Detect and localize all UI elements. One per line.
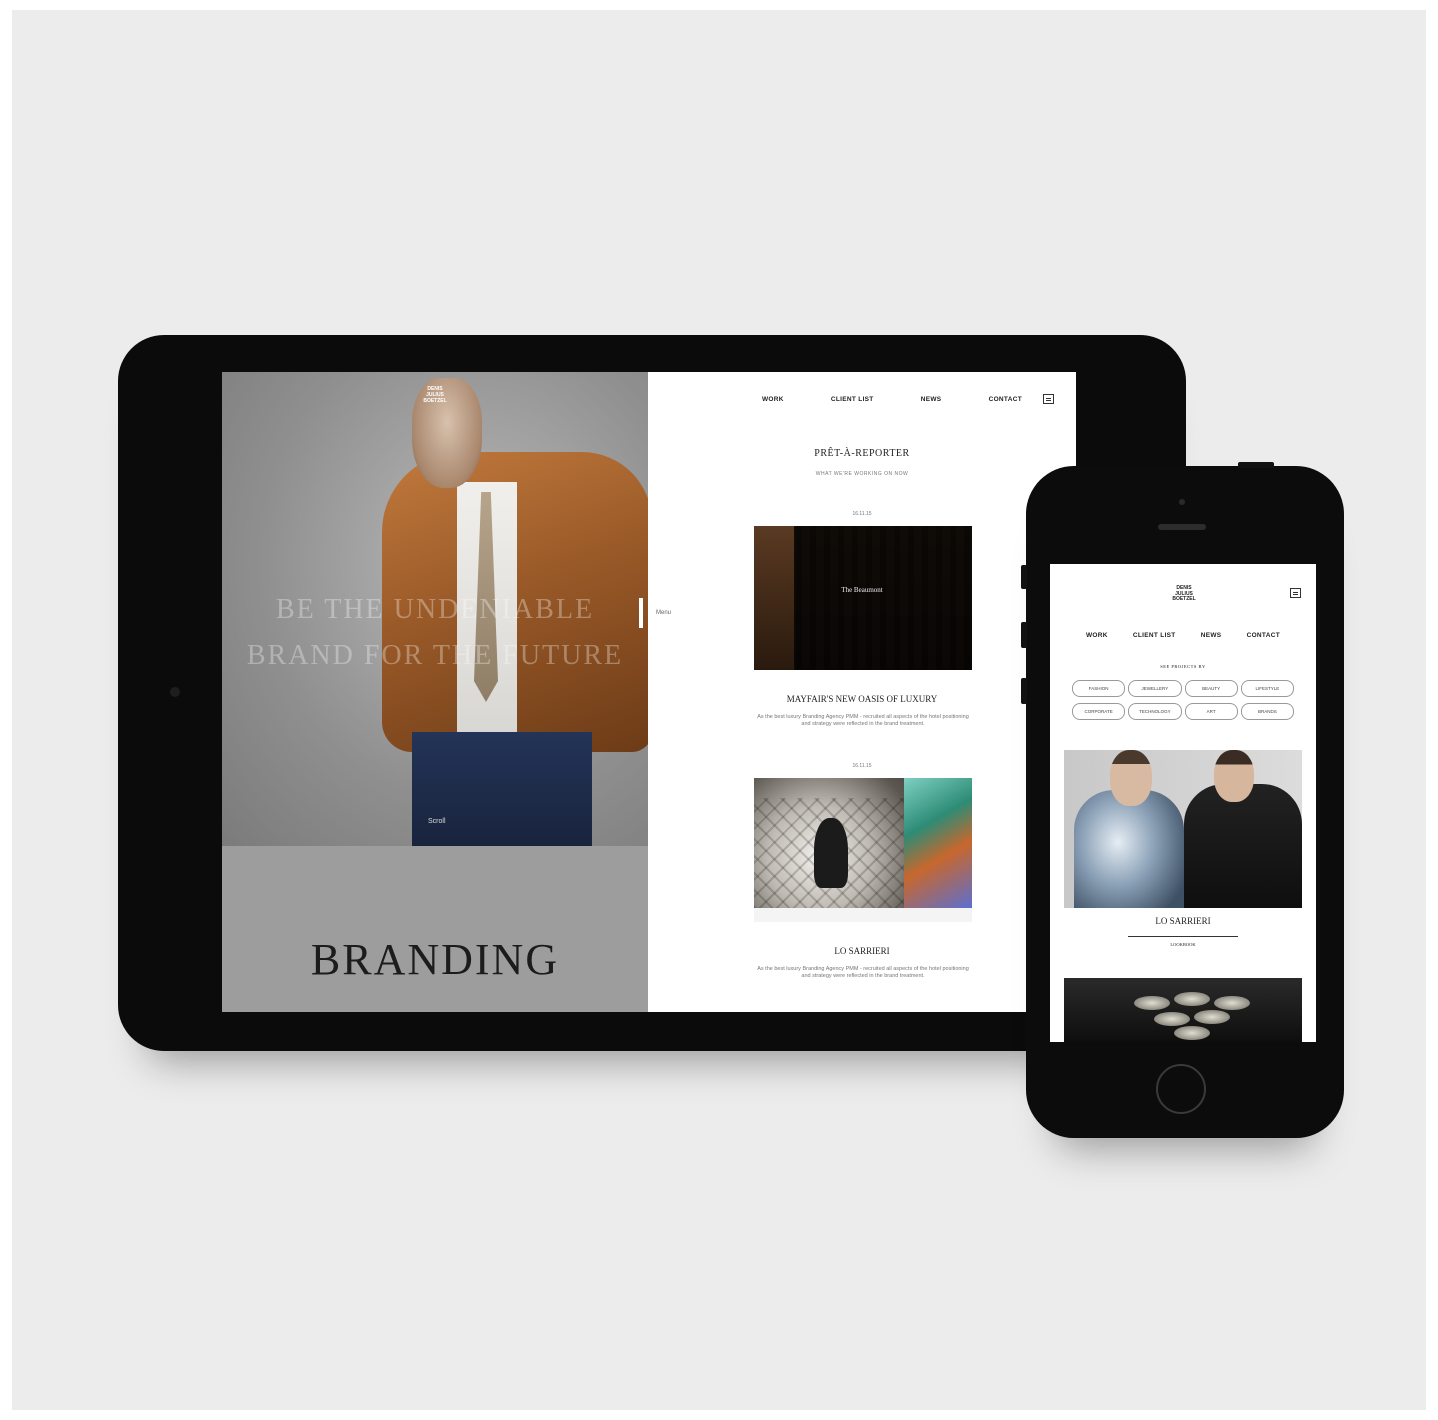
- article-date: 16.11.15: [852, 763, 872, 769]
- filter-chip[interactable]: TECHNOLOGY: [1128, 703, 1182, 720]
- article-image-hotel[interactable]: The Beaumont: [754, 526, 972, 670]
- section-label: BRANDING: [310, 935, 560, 984]
- branding-panel: BRANDING: [222, 846, 648, 1012]
- article-title[interactable]: LO SARRIERI: [648, 946, 1076, 956]
- home-button[interactable]: [1156, 1064, 1206, 1114]
- article-title[interactable]: MAYFAIR'S NEW OASIS OF LUXURY: [648, 694, 1076, 704]
- side-menu-label[interactable]: Menu: [656, 610, 671, 616]
- hotel-sign: The Beaumont: [841, 586, 883, 594]
- phone-nav: WORK CLIENT LIST NEWS CONTACT: [1086, 632, 1280, 639]
- phone-screen: DENIS JULIUS BOETZEL WORK CLIENT LIST NE…: [1050, 564, 1316, 1042]
- nav-contact[interactable]: CONTACT: [1247, 632, 1280, 639]
- hamburger-icon[interactable]: [1290, 588, 1301, 598]
- top-nav: WORK CLIENT LIST NEWS CONTACT: [762, 396, 1022, 403]
- nav-news[interactable]: NEWS: [1201, 632, 1222, 639]
- nav-contact[interactable]: CONTACT: [989, 396, 1022, 403]
- phone-speaker: [1158, 524, 1206, 530]
- brand-logo[interactable]: DENIS JULIUS BOETZEL: [419, 386, 451, 416]
- section-subtitle: WHAT WE'RE WORKING ON NOW: [815, 471, 909, 477]
- divider: [1128, 936, 1238, 937]
- scroll-caption[interactable]: Scroll: [428, 818, 446, 825]
- filter-chip[interactable]: ART: [1184, 703, 1238, 720]
- filter-chips: FASHION JEWELLERY BEAUTY LIFESTYLE CORPO…: [1072, 680, 1294, 720]
- project-photo[interactable]: [1064, 750, 1302, 908]
- project-subtitle: LOOKBOOK: [1170, 942, 1196, 947]
- filter-chip[interactable]: BEAUTY: [1184, 680, 1238, 697]
- article-image-tunnel[interactable]: [754, 778, 972, 922]
- project-photo-2[interactable]: [1064, 978, 1302, 1042]
- nav-client-list[interactable]: CLIENT LIST: [1133, 632, 1176, 639]
- nav-work[interactable]: WORK: [762, 396, 784, 403]
- nav-work[interactable]: WORK: [1086, 632, 1108, 639]
- hero-headline: BE THE UNDENIABLE BRAND FOR THE FUTURE: [246, 594, 624, 671]
- filter-chip[interactable]: BRANDS: [1240, 703, 1294, 720]
- filter-label: SEE PROJECTS BY: [1160, 664, 1206, 669]
- filter-chip[interactable]: CORPORATE: [1072, 703, 1126, 720]
- section-title: PRÊT-À-REPORTER: [814, 448, 910, 459]
- tablet-camera: [170, 687, 180, 697]
- article-body: As the best luxury Branding Agency PMM -…: [757, 966, 969, 979]
- hero-image: DENIS JULIUS BOETZEL BE THE UNDENIABLE B…: [222, 372, 648, 846]
- filter-chip[interactable]: FASHION: [1072, 680, 1126, 697]
- project-title[interactable]: LO SARRIERI: [1050, 916, 1316, 926]
- hamburger-icon[interactable]: [1043, 394, 1054, 404]
- brand-logo[interactable]: DENIS JULIUS BOETZEL: [1168, 585, 1200, 603]
- article-date: 16.11.15: [852, 511, 872, 517]
- filter-chip[interactable]: JEWELLERY: [1128, 680, 1182, 697]
- filter-chip[interactable]: LIFESTYLE: [1240, 680, 1294, 697]
- scroll-indicator[interactable]: [639, 598, 643, 628]
- nav-news[interactable]: NEWS: [921, 396, 942, 403]
- article-body: As the best luxury Branding Agency PMM -…: [757, 714, 969, 727]
- nav-client-list[interactable]: CLIENT LIST: [831, 396, 874, 403]
- tablet-screen: DENIS JULIUS BOETZEL BE THE UNDENIABLE B…: [222, 372, 1076, 1012]
- phone-camera: [1179, 499, 1185, 505]
